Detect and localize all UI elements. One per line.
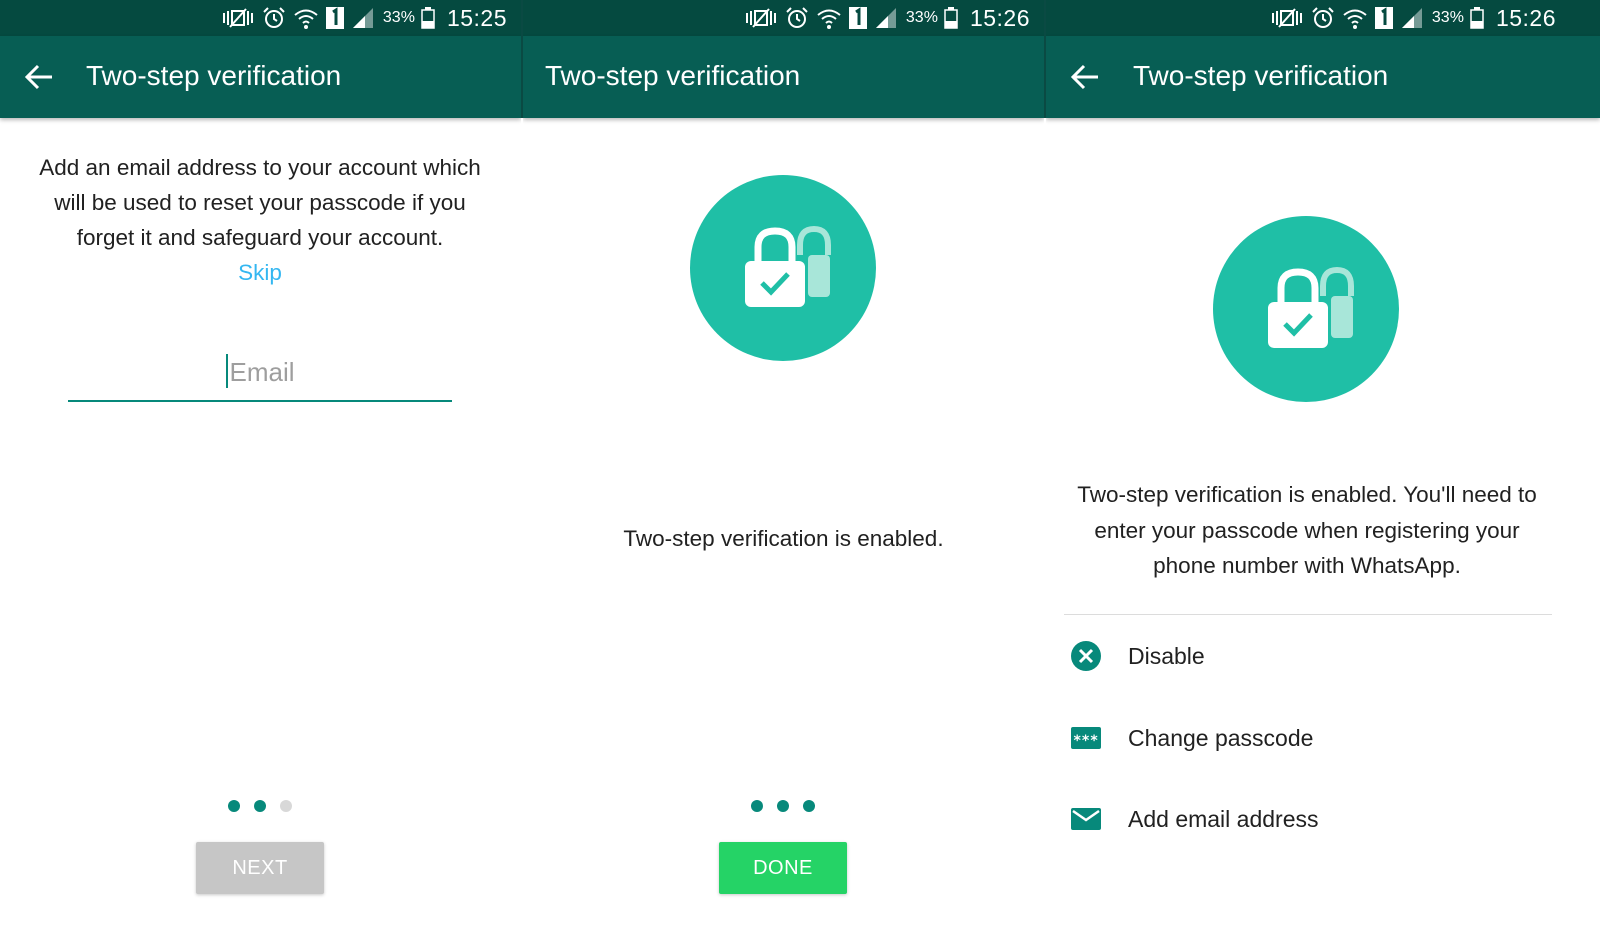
email-envelope-icon [1068, 801, 1104, 837]
battery-icon [1470, 7, 1484, 29]
svg-text:***: *** [1073, 733, 1098, 749]
alarm-icon [263, 7, 285, 28]
vibrate-mute-icon [1271, 8, 1302, 28]
signal-icon [352, 8, 373, 28]
double-lock-check-icon [745, 225, 831, 307]
disable-option[interactable]: Disable [1068, 631, 1205, 681]
enabled-message: Two-step verification is enabled. [623, 526, 944, 551]
page-indicator [751, 800, 815, 812]
option-label: Add email address [1128, 805, 1319, 832]
vibrate-mute-icon [745, 8, 776, 28]
email-input[interactable] [68, 348, 456, 396]
page-title: Two-step verification [86, 60, 342, 91]
clock: 15:26 [969, 4, 1030, 31]
enabled-explanation: Two-step verification is enabled. You'll… [1077, 482, 1537, 578]
description-text: Add an email address to your account whi… [39, 155, 481, 250]
page-dot-active [254, 800, 266, 812]
divider-line [1064, 614, 1552, 615]
wifi-icon [1343, 9, 1367, 29]
sim-1-icon [1374, 7, 1393, 29]
back-arrow-icon[interactable] [1070, 63, 1100, 91]
status-bar: 33% 15:26 [1046, 0, 1600, 36]
page-title: Two-step verification [1133, 60, 1389, 91]
battery-icon [944, 7, 958, 29]
text-cursor [226, 354, 228, 388]
done-button[interactable]: DONE [719, 842, 847, 894]
page-indicator [228, 800, 292, 812]
battery-percent: 33% [1431, 9, 1464, 26]
status-bar: 33% 15:26 [523, 0, 1044, 36]
next-button[interactable]: NEXT [196, 842, 324, 894]
screen-add-email: 33% 15:25 Two-step verification Add an e… [0, 0, 521, 948]
email-description: Add an email address to your account whi… [24, 150, 496, 290]
lock-badge [690, 175, 876, 361]
page-dot-active [803, 800, 815, 812]
app-bar: Two-step verification [0, 36, 521, 118]
signal-icon [1401, 8, 1422, 28]
app-bar: Two-step verification [523, 36, 1044, 118]
change-passcode-option[interactable]: *** Change passcode [1068, 713, 1313, 763]
option-label: Change passcode [1128, 724, 1314, 751]
signal-icon [875, 8, 896, 28]
clock: 15:26 [1495, 4, 1556, 31]
app-bar: Two-step verification [1046, 36, 1600, 118]
password-dots-icon: *** [1068, 720, 1104, 756]
wifi-icon [817, 9, 841, 29]
screen-two-step-settings: 33% 15:26 Two-step verification Two-step… [1046, 0, 1600, 948]
screen-enabled-confirmation: 33% 15:26 Two-step verification Two-step… [523, 0, 1044, 948]
double-lock-check-icon [1268, 266, 1354, 348]
email-field [68, 348, 456, 402]
cancel-circle-icon [1068, 638, 1104, 674]
lock-badge [1213, 216, 1399, 402]
battery-icon [421, 7, 435, 29]
page-dot-active [777, 800, 789, 812]
option-label: Disable [1128, 642, 1205, 669]
battery-percent: 33% [382, 9, 415, 26]
wifi-icon [294, 9, 318, 29]
battery-percent: 33% [905, 9, 938, 26]
page-dot-active [751, 800, 763, 812]
clock: 15:25 [446, 4, 507, 31]
back-arrow-icon[interactable] [24, 63, 54, 91]
page-title: Two-step verification [545, 60, 801, 91]
alarm-icon [786, 7, 808, 28]
skip-link[interactable]: Skip [238, 260, 282, 285]
page-dot-active [228, 800, 240, 812]
status-bar: 33% 15:25 [0, 0, 521, 36]
sim-1-icon [325, 7, 344, 29]
page-dot-inactive [280, 800, 292, 812]
add-email-option[interactable]: Add email address [1068, 794, 1319, 844]
sim-1-icon [848, 7, 867, 29]
alarm-icon [1312, 7, 1334, 28]
vibrate-mute-icon [222, 8, 253, 28]
